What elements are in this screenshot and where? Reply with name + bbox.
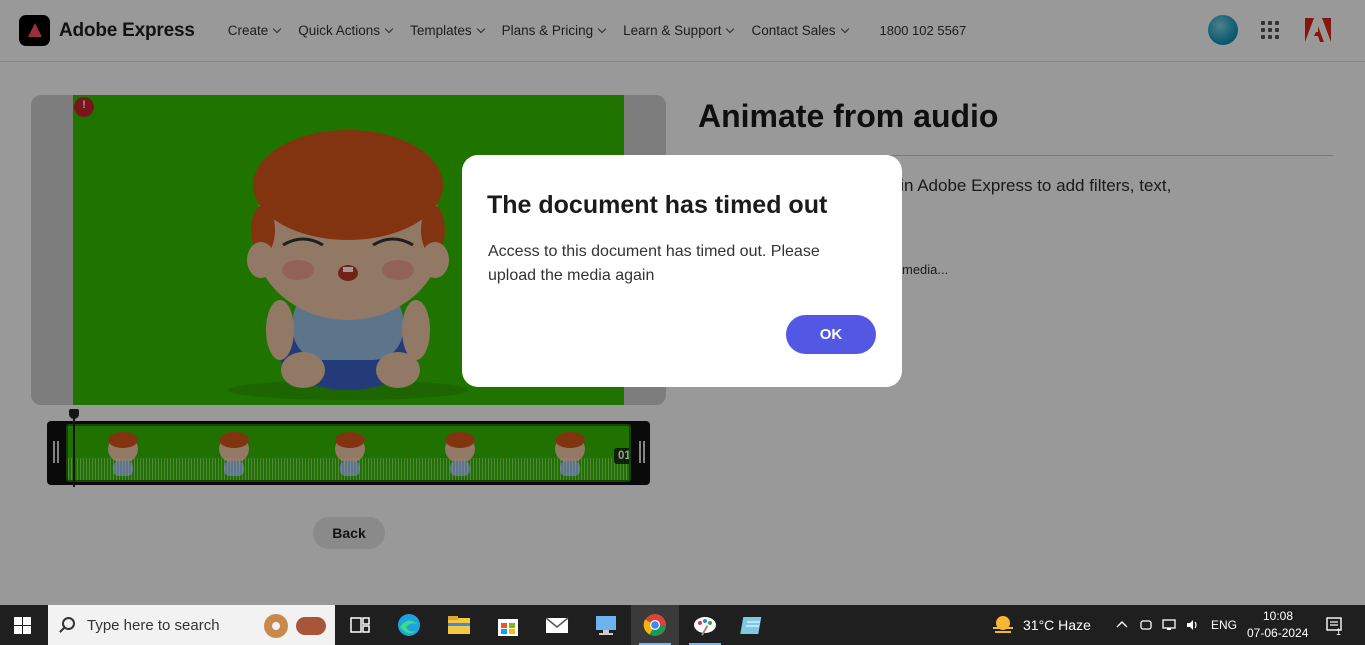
store-icon[interactable]: [495, 613, 521, 637]
chrome-icon[interactable]: [642, 613, 668, 637]
timeout-dialog: The document has timed out Access to thi…: [462, 155, 902, 387]
remote-desktop-icon[interactable]: [593, 613, 619, 637]
weather-sun-icon[interactable]: [991, 614, 1015, 636]
dialog-message: Access to this document has timed out. P…: [488, 243, 820, 284]
task-view-icon[interactable]: [347, 613, 373, 637]
clock-date[interactable]: 07-06-2024: [1247, 626, 1308, 640]
search-icon: [62, 617, 75, 630]
paint-icon[interactable]: [692, 613, 718, 637]
windows-start-icon[interactable]: [14, 617, 31, 634]
ok-button[interactable]: OK: [786, 315, 876, 354]
weather-text[interactable]: 31°C Haze: [1023, 617, 1091, 633]
network-icon[interactable]: [1162, 618, 1176, 632]
file-explorer-icon[interactable]: [446, 613, 472, 637]
mail-icon[interactable]: [544, 613, 570, 637]
notepad-icon[interactable]: [740, 613, 766, 637]
volume-icon[interactable]: [1185, 618, 1199, 632]
search-placeholder: Type here to search: [87, 617, 220, 634]
dialog-title: The document has timed out: [487, 191, 828, 219]
taskbar-search[interactable]: Type here to search: [48, 605, 335, 645]
chevron-up-icon[interactable]: [1115, 618, 1129, 632]
clock-time[interactable]: 10:08: [1263, 609, 1293, 623]
taskbar: Type here to search 31°C Haze ENG 10:08 …: [0, 605, 1365, 645]
edge-icon[interactable]: [396, 613, 422, 637]
notification-count: 1: [1336, 627, 1342, 637]
meet-icon[interactable]: [1139, 618, 1153, 632]
search-highlight-icon: [264, 614, 326, 638]
language-indicator[interactable]: ENG: [1211, 618, 1237, 632]
